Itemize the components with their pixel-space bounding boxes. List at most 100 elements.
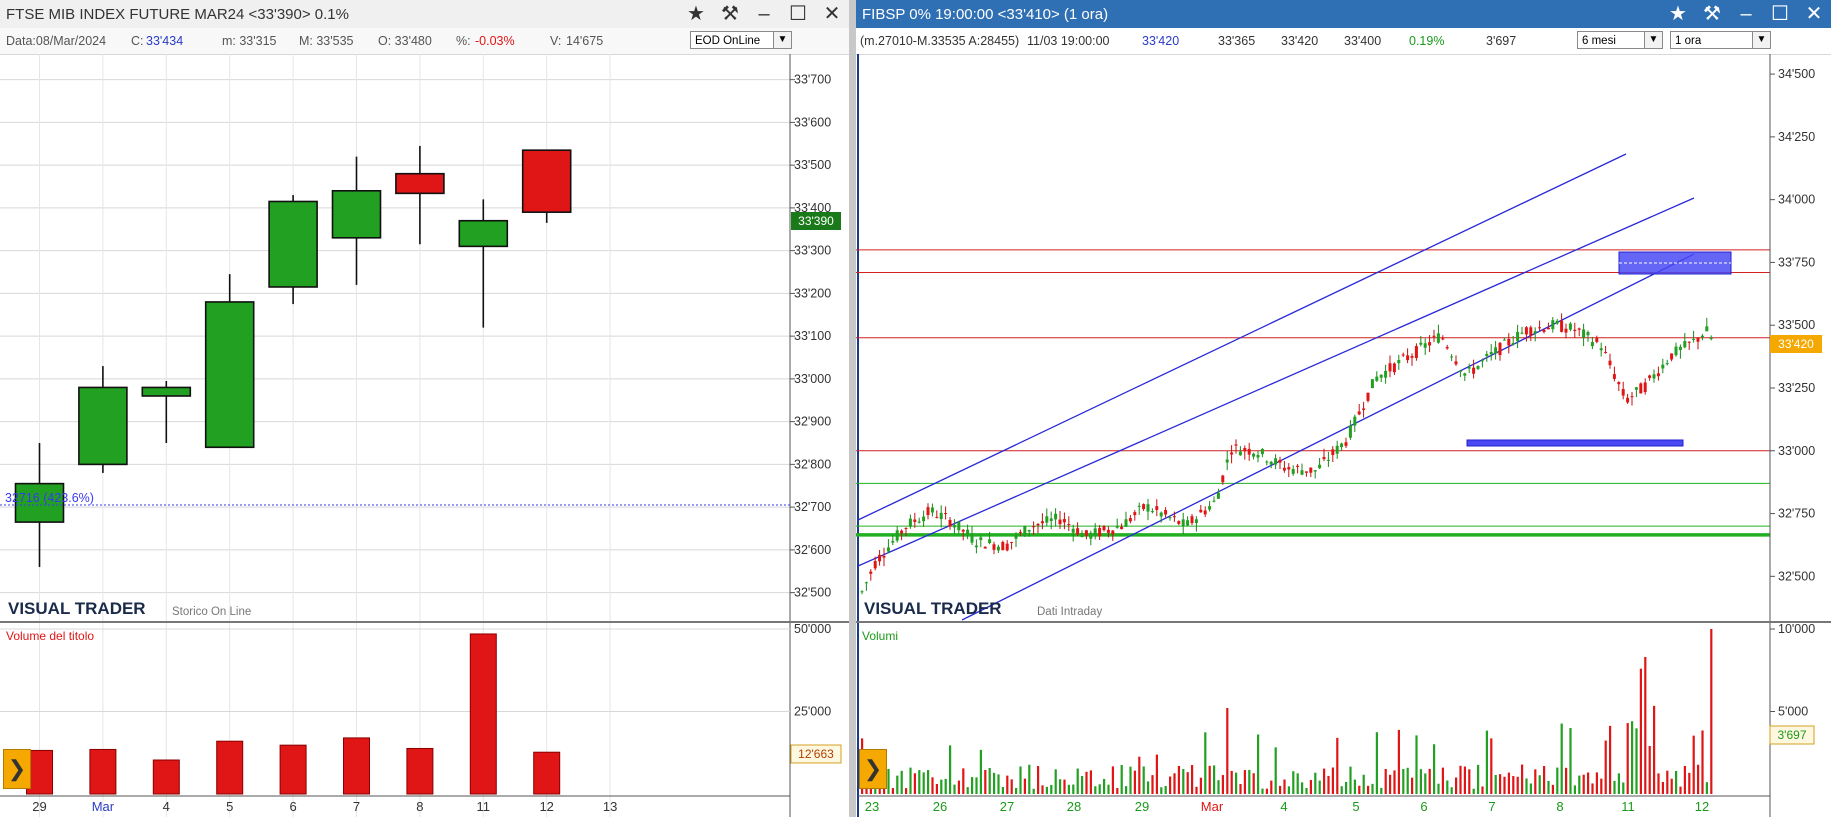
period-select[interactable]: 6 mesi ▼ [1577,31,1663,49]
hourly-volume-bar [953,784,956,794]
hourly-candle-up [1186,520,1190,526]
hourly-candle-down [1564,328,1568,333]
hourly-candle-down [1401,354,1405,356]
hourly-volume-bar [1710,629,1713,794]
interval-select[interactable]: 1 ora ▼ [1670,31,1771,49]
candle-down [395,172,445,195]
hourly-volume-bar [1059,779,1062,794]
hourly-candle-up [979,537,983,540]
hourly-volume-bar [1327,775,1330,794]
hourly-volume-bar [1028,764,1031,794]
hourly-volume-bar [1155,754,1158,794]
hourly-candle-up [1137,505,1141,507]
hourly-candle-up [886,547,890,552]
hourly-volume-bar [1692,735,1695,794]
minimize-icon[interactable]: – [747,0,781,28]
volume-bar [89,748,117,795]
chevron-down-icon[interactable]: ▼ [1644,32,1662,48]
hourly-volume-bar [1147,781,1150,794]
left-chart-area[interactable]: 33'70033'60033'50033'40033'30033'20033'1… [0,54,849,817]
hourly-candle-down [1155,506,1159,510]
hourly-candle-down [873,561,877,569]
hourly-volume-bar [1507,772,1510,794]
x-tick-label: 6 [289,799,296,814]
hourly-candle-down [1296,465,1300,467]
brand-logo: VISUAL TRADER [864,599,1002,618]
hourly-candle-up [1450,356,1454,358]
hourly-volume-bar [1485,730,1488,794]
close-icon[interactable]: ✕ [815,0,849,28]
hourly-candle-down [1612,374,1616,379]
x-tick-label: Mar [92,799,115,814]
hourly-volume-bar [1490,738,1493,794]
hourly-volume-bar [1626,723,1629,794]
candle-up [268,200,318,288]
hourly-candle-down [1573,329,1577,332]
hourly-candle-down [1203,510,1207,515]
hourly-candle-down [1278,459,1282,463]
hourly-volume-bar [1617,773,1620,794]
star-icon[interactable]: ★ [679,0,713,28]
expand-arrow-icon[interactable]: ❯ [3,749,31,789]
hourly-volume-bar [1199,777,1202,794]
hourly-volume-bar [1446,780,1449,794]
maximize-icon[interactable]: ☐ [1763,0,1797,28]
hourly-candle-down [1560,320,1564,332]
hourly-candle-up [1590,342,1594,347]
expand-arrow-icon[interactable]: ❯ [859,749,887,789]
chevron-down-icon[interactable]: ▼ [1752,32,1770,48]
hourly-volume-bar [1001,787,1004,794]
hourly-candle-down [1414,346,1418,358]
close-icon[interactable]: ✕ [1797,0,1831,28]
right-titlebar[interactable]: FIBSP 0% 19:00:00 <33'410> (1 ora) ★ ⚒ –… [856,0,1831,28]
hourly-volume-bar [1384,768,1387,794]
hourly-volume-bar [1648,746,1651,794]
y-tick-label: 33'000 [794,372,831,386]
maximize-icon[interactable]: ☐ [781,0,815,28]
hourly-volume-bar [1595,772,1598,794]
left-titlebar[interactable]: FTSE MIB INDEX FUTURE MAR24 <33'390> 0.1… [0,0,849,29]
support-zone[interactable] [1466,439,1684,447]
hourly-volume-bar [1331,767,1334,794]
x-tick-label: 11 [477,799,491,814]
right-chart-area[interactable]: 34'500 34'250 34'000 33'750 33'500 33'250 33'0… [856,54,1831,817]
hourly-volume-bar [1556,767,1559,794]
hourly-volume-bar [1375,732,1378,794]
hammer-icon[interactable]: ⚒ [713,0,747,28]
hourly-volume-bar [1688,772,1691,794]
hourly-candle-down [1441,338,1445,340]
hourly-candle-up [1049,518,1053,522]
hourly-candle-up [996,546,1000,551]
hourly-candle-up [1419,342,1423,345]
y-tick-label: 33'600 [794,115,831,129]
hourly-candle-up [1340,443,1344,448]
hourly-candle-up [1335,445,1339,454]
hourly-candle-up [1274,458,1278,465]
hourly-candle-up [1480,360,1484,362]
hourly-candle-up [1159,512,1163,517]
volume-bar [343,737,370,795]
hourly-candle-up [922,516,926,522]
volume-title: Volume del titolo [6,629,94,643]
minimize-icon[interactable]: – [1729,0,1763,28]
hourly-candle-up [1674,346,1678,356]
x-tick-label: 29 [32,799,46,814]
hourly-candle-down [1454,361,1458,365]
hourly-candle-up [1692,338,1696,340]
star-icon[interactable]: ★ [1661,0,1695,28]
hourly-volume-bar [1666,770,1669,794]
hourly-candle-down [1164,510,1168,515]
hammer-icon[interactable]: ⚒ [1695,0,1729,28]
hourly-candle-up [1291,468,1295,474]
hourly-candle-down [1410,356,1414,358]
mode-select-value: EOD OnLine [695,35,761,47]
mode-select[interactable]: EOD OnLine ▼ [690,31,792,49]
hourly-candle-up [1252,453,1256,457]
hourly-candle-up [1661,364,1665,369]
hourly-candle-down [1648,375,1652,378]
hourly-volume-bar [1582,774,1585,794]
chevron-down-icon[interactable]: ▼ [773,32,791,48]
hourly-volume-bar [1358,785,1361,794]
interval-select-value: 1 ora [1675,35,1702,47]
panel-splitter[interactable] [849,0,856,817]
